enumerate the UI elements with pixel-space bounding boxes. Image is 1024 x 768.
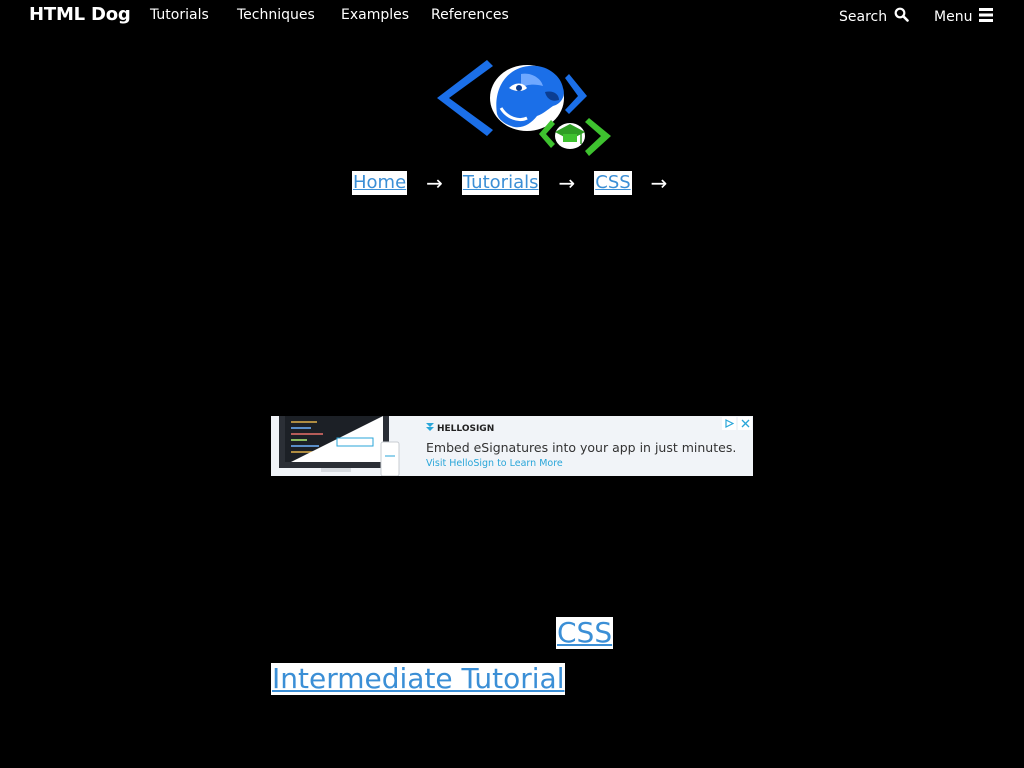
menu-label: Menu [934,9,973,25]
nav-tutorials[interactable]: Tutorials [150,7,209,23]
top-navigation-bar: HTML Dog Tutorials Techniques Examples R… [0,0,1024,32]
ad-brand: HELLOSIGN [426,423,494,434]
dog-head-shape [490,65,564,131]
intermediate-tutorial-link[interactable]: Intermediate Tutorial [271,663,566,695]
menu-button[interactable]: Menu [934,7,994,27]
breadcrumb: Home → Tutorials → CSS → [352,170,686,196]
breadcrumb-separator: → [650,171,668,195]
search-icon [894,7,909,26]
advertisement-banner[interactable]: HELLOSIGN Embed eSignatures into your ap… [271,416,753,476]
graduation-chevrons-shape [539,118,611,156]
ad-cta-link[interactable]: Visit HelloSign to Learn More [426,458,563,469]
left-chevron-shape [437,60,493,136]
ad-brand-text: HELLOSIGN [437,423,495,434]
breadcrumb-home-link[interactable]: Home [352,171,408,195]
brand-logo-link[interactable]: HTML Dog [29,4,131,25]
hamburger-icon [979,7,994,27]
nav-references[interactable]: References [431,7,509,23]
breadcrumb-separator: → [426,171,443,195]
ad-illustration [271,416,411,476]
breadcrumb-separator: → [558,171,576,195]
breadcrumb-css-link[interactable]: CSS [594,171,632,195]
right-chevron-shape [565,74,587,114]
nav-techniques[interactable]: Techniques [237,7,315,23]
css-link[interactable]: CSS [556,617,614,649]
hellosign-logo-icon [426,423,434,434]
search-label: Search [839,8,888,25]
nav-examples[interactable]: Examples [341,7,409,23]
ad-headline[interactable]: Embed eSignatures into your app in just … [426,440,736,455]
breadcrumb-tutorials-link[interactable]: Tutorials [461,171,540,195]
adchoices-icon[interactable] [722,417,736,430]
search-button[interactable]: Search [839,7,909,26]
ad-controls [720,417,752,430]
html-dog-logo [435,58,615,158]
close-icon[interactable] [738,417,752,430]
